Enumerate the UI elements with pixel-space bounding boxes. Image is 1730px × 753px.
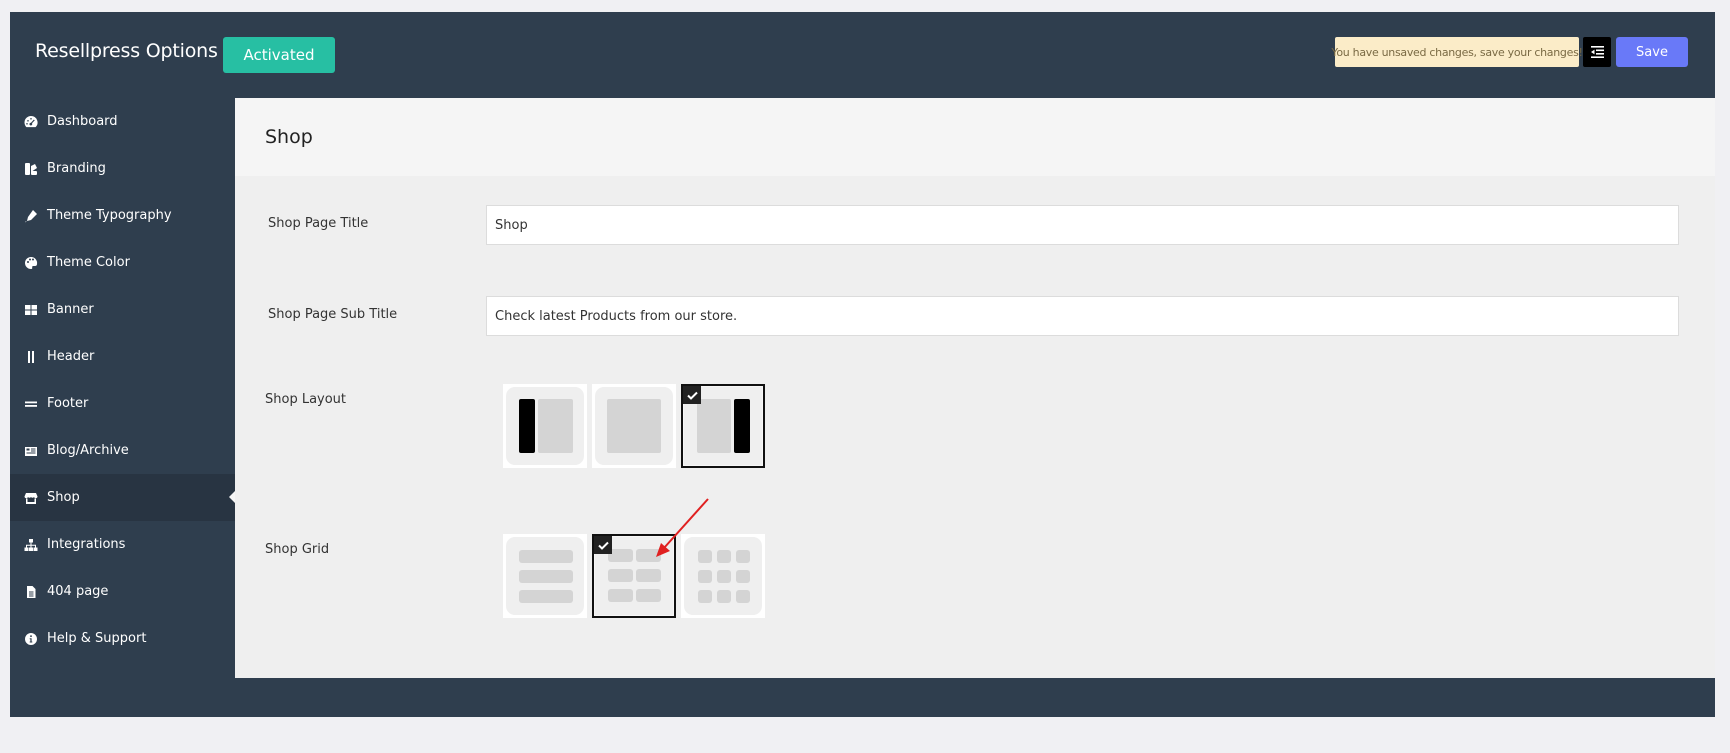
sidebar-item-label: Header bbox=[47, 349, 95, 364]
header-icon bbox=[24, 350, 38, 364]
sidebar-item-label: Theme Typography bbox=[47, 208, 172, 223]
sidebar-item-404-page[interactable]: 404 page bbox=[10, 568, 235, 615]
shop-page-subtitle-input[interactable] bbox=[486, 296, 1679, 336]
sidebar-item-label: 404 page bbox=[47, 584, 109, 599]
sidebar-item-label: Help & Support bbox=[47, 631, 147, 646]
sidebar: Dashboard Branding Theme Typography Them… bbox=[10, 98, 235, 662]
unsaved-changes-notice: You have unsaved changes, save your chan… bbox=[1331, 37, 1583, 67]
layout-option-left-sidebar[interactable] bbox=[503, 384, 587, 468]
sidebar-item-banner[interactable]: Banner bbox=[10, 286, 235, 333]
checkmark-icon bbox=[594, 536, 612, 554]
sidebar-item-label: Branding bbox=[47, 161, 106, 176]
checkmark-icon bbox=[683, 386, 701, 404]
sidebar-item-label: Shop bbox=[47, 490, 80, 505]
list-grid-icon bbox=[519, 550, 573, 603]
sidebar-item-label: Footer bbox=[47, 396, 89, 411]
shop-layout-options bbox=[503, 384, 765, 468]
sidebar-item-dashboard[interactable]: Dashboard bbox=[10, 98, 235, 145]
sidebar-item-help-support[interactable]: Help & Support bbox=[10, 615, 235, 662]
sidebar-item-footer[interactable]: Footer bbox=[10, 380, 235, 427]
sidebar-item-label: Theme Color bbox=[47, 255, 130, 270]
layout-option-no-sidebar[interactable] bbox=[592, 384, 676, 468]
footer-icon bbox=[24, 397, 38, 411]
section-title: Shop bbox=[235, 98, 1715, 176]
pen-icon bbox=[24, 209, 38, 223]
sidebar-item-integrations[interactable]: Integrations bbox=[10, 521, 235, 568]
sidebar-item-header[interactable]: Header bbox=[10, 333, 235, 380]
shop-page-title-input[interactable] bbox=[486, 205, 1679, 245]
info-icon bbox=[24, 632, 38, 646]
activated-badge[interactable]: Activated bbox=[223, 37, 335, 73]
brand-title: Resellpress Options bbox=[35, 40, 218, 62]
shop-page-title-label: Shop Page Title bbox=[268, 216, 369, 231]
sidebar-item-branding[interactable]: Branding bbox=[10, 145, 235, 192]
file-icon bbox=[24, 585, 38, 599]
sidebar-item-label: Dashboard bbox=[47, 114, 118, 129]
sidebar-item-theme-color[interactable]: Theme Color bbox=[10, 239, 235, 286]
toggle-menu-button[interactable] bbox=[1583, 37, 1611, 67]
branding-icon bbox=[24, 162, 38, 176]
left-sidebar-layout-icon bbox=[519, 399, 573, 453]
sidebar-item-label: Blog/Archive bbox=[47, 443, 129, 458]
grid-option-two-columns[interactable] bbox=[592, 534, 676, 618]
grid-option-three-columns[interactable] bbox=[681, 534, 765, 618]
dashboard-icon bbox=[24, 115, 38, 129]
grid-option-list[interactable] bbox=[503, 534, 587, 618]
content-panel: Shop Shop Page Title Shop Page Sub Title… bbox=[235, 98, 1715, 678]
sidebar-item-label: Integrations bbox=[47, 537, 126, 552]
sidebar-item-label: Banner bbox=[47, 302, 94, 317]
three-column-grid-icon bbox=[698, 550, 750, 603]
sitemap-icon bbox=[24, 538, 38, 552]
shop-page-subtitle-label: Shop Page Sub Title bbox=[268, 307, 398, 322]
sidebar-item-shop[interactable]: Shop bbox=[10, 474, 235, 521]
sidebar-item-blog-archive[interactable]: Blog/Archive bbox=[10, 427, 235, 474]
banner-icon bbox=[24, 303, 38, 317]
palette-icon bbox=[24, 256, 38, 270]
app-frame: Resellpress Options Activated You have u… bbox=[10, 12, 1715, 717]
full-width-layout-icon bbox=[607, 399, 661, 453]
shop-page-title-row: Shop Page Title bbox=[235, 176, 1715, 276]
newspaper-icon bbox=[24, 444, 38, 458]
top-bar: Resellpress Options Activated You have u… bbox=[10, 12, 1715, 98]
sidebar-item-theme-typography[interactable]: Theme Typography bbox=[10, 192, 235, 239]
shop-grid-options bbox=[503, 534, 765, 618]
outdent-icon bbox=[1590, 46, 1604, 58]
layout-option-right-sidebar[interactable] bbox=[681, 384, 765, 468]
shop-layout-label: Shop Layout bbox=[265, 392, 347, 407]
store-icon bbox=[24, 491, 38, 505]
save-button[interactable]: Save bbox=[1616, 37, 1688, 67]
shop-page-subtitle-row: Shop Page Sub Title bbox=[235, 276, 1715, 368]
shop-grid-label: Shop Grid bbox=[265, 542, 330, 557]
